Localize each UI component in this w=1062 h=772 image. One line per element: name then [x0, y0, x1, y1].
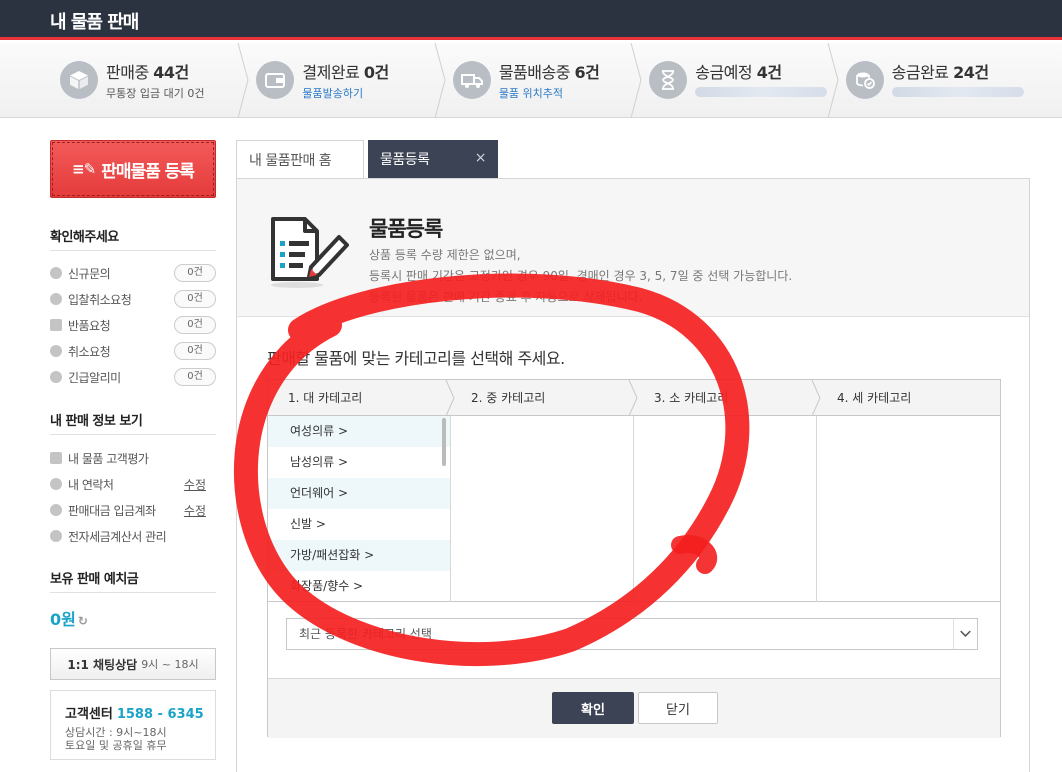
- ship-item-link[interactable]: 물품발송하기: [302, 85, 363, 101]
- redacted-text: [891, 87, 1024, 97]
- category-prompt: 판매할 물품에 맞는 카테고리를 선택해 주세요.: [267, 349, 565, 368]
- check-item-urgent-alert[interactable]: 긴급알리미 0건: [50, 367, 216, 387]
- coins-check-icon: [845, 61, 884, 99]
- category-list-detail[interactable]: [817, 416, 1000, 602]
- page-title: 내 물품 판매: [50, 12, 139, 33]
- panel-description: 상품 등록 수량 제한은 없으며, 등록시 판매 기간은 고정가인 경우 90일…: [369, 248, 793, 304]
- refresh-icon[interactable]: ↻: [78, 614, 88, 628]
- info-item-tax-invoice[interactable]: 전자세금계산서 관리: [50, 526, 216, 546]
- track-location-link[interactable]: 물품 위치추적: [499, 85, 563, 101]
- info-section-title: 내 판매 정보 보기: [50, 414, 143, 429]
- status-bar: 판매중 44건 무통장 입금 대기 0건 결제완료 0건 물품발송하기 물품배송…: [0, 43, 1062, 118]
- category-selector: 1. 대 카테고리 2. 중 카테고리 3. 소 카테고리 4. 세 카테고리 …: [267, 379, 1001, 738]
- register-panel: 물품등록 상품 등록 수량 제한은 없으며, 등록시 판매 기간은 고정가인 경…: [236, 178, 1030, 772]
- check-item-bid-cancel[interactable]: 입찰취소요청 0건: [50, 289, 216, 309]
- check-item-return[interactable]: 반품요청 0건: [50, 315, 216, 335]
- count-badge: 0건: [174, 316, 216, 334]
- status-step-transfer-done[interactable]: 송금완료 24건: [834, 43, 1030, 118]
- person-icon: [50, 478, 62, 490]
- customer-center-box: 고객센터 1588 - 6345 상담시간 : 9시~18시 토요일 및 공휴일 휴…: [50, 690, 216, 760]
- info-item-contact[interactable]: 내 연락처 수정: [50, 474, 216, 494]
- status-step-pending-transfer[interactable]: 송금예정 4건: [637, 43, 839, 118]
- info-item-bank-account[interactable]: 판매대금 입금계좌 수정: [50, 500, 216, 520]
- status-label: 송금예정 4건: [695, 63, 782, 82]
- list-item[interactable]: 신발 >: [268, 509, 450, 540]
- category-list-small[interactable]: [634, 416, 817, 602]
- edit-pen-icon: ≡✎: [72, 160, 96, 178]
- top-header: 내 물품 판매: [0, 0, 1062, 40]
- box-icon: [60, 61, 98, 99]
- status-step-shipping[interactable]: 물품배송중 6건 물품 위치추적: [441, 43, 642, 118]
- scrollbar[interactable]: [442, 418, 446, 466]
- tab-item-register[interactable]: 물품등록 ×: [368, 140, 498, 178]
- list-item[interactable]: 화장품/향수 >: [268, 571, 450, 602]
- list-item[interactable]: 언더웨어 >: [268, 478, 450, 509]
- recent-category-select[interactable]: 최근 등록한 카테고리 선택: [286, 618, 978, 650]
- check-section-title: 확인해주세요: [50, 230, 119, 245]
- edit-contact-link[interactable]: 수정: [184, 476, 206, 493]
- truck-icon: [452, 61, 491, 99]
- info-item-customer-rating[interactable]: 내 물품 고객평가: [50, 448, 216, 468]
- deposit-section-title: 보유 판매 예치금: [50, 572, 139, 587]
- hourglass-icon: [649, 61, 688, 99]
- won-coin-icon: [50, 504, 62, 516]
- category-header-large: 1. 대 카테고리: [268, 380, 455, 416]
- tab-sales-home[interactable]: 내 물품판매 홈: [236, 140, 364, 178]
- register-item-button[interactable]: ≡✎ 판매물품 등록: [50, 140, 216, 198]
- divider: [50, 250, 216, 251]
- gear-icon: [50, 530, 62, 542]
- close-button[interactable]: 닫기: [638, 692, 718, 724]
- divider: [50, 592, 216, 593]
- deposit-value: 0원 ↻: [50, 610, 88, 629]
- register-item-label: 판매물품 등록: [101, 161, 195, 182]
- count-badge: 0건: [174, 264, 216, 282]
- cs-phone-number: 1588 - 6345: [116, 707, 204, 722]
- status-label: 판매중 44건: [106, 63, 189, 82]
- category-columns: 여성의류 > 남성의류 > 언더웨어 > 신발 > 가방/패션잡화 > 화장품/…: [268, 416, 1000, 602]
- star-icon: [50, 452, 62, 464]
- count-badge: 0건: [174, 368, 216, 386]
- category-header-medium: 2. 중 카테고리: [451, 380, 638, 416]
- edit-account-link[interactable]: 수정: [184, 502, 206, 519]
- divider: [50, 434, 216, 435]
- status-sub: 무통장 입금 대기 0건: [106, 87, 205, 100]
- panel-header: 물품등록 상품 등록 수량 제한은 없으며, 등록시 판매 기간은 고정가인 경…: [237, 179, 1029, 317]
- check-item-new-inquiry[interactable]: 신규문의 0건: [50, 263, 216, 283]
- document-edit-icon: [271, 217, 349, 288]
- category-header-row: 1. 대 카테고리 2. 중 카테고리 3. 소 카테고리 4. 세 카테고리: [268, 380, 1000, 416]
- chevron-down-icon: [953, 619, 971, 649]
- confirm-button[interactable]: 확인: [552, 692, 634, 724]
- close-icon[interactable]: ×: [475, 150, 487, 166]
- list-item[interactable]: 가방/패션잡화 >: [268, 540, 450, 571]
- count-badge: 0건: [174, 342, 216, 360]
- status-step-selling[interactable]: 판매중 44건 무통장 입금 대기 0건: [48, 43, 249, 118]
- cancel-circle-icon: [50, 293, 62, 305]
- speech-bubble-icon: [50, 267, 62, 279]
- check-item-cancel[interactable]: 취소요청 0건: [50, 341, 216, 361]
- button-bar: 확인 닫기: [268, 678, 1000, 738]
- redacted-text: [695, 87, 828, 97]
- wallet-icon: [256, 61, 295, 99]
- category-header-detail: 4. 세 카테고리: [837, 391, 912, 405]
- cancel-circle-icon: [50, 345, 62, 357]
- count-badge: 0건: [174, 290, 216, 308]
- panel-title: 물품등록: [369, 217, 443, 241]
- alarm-icon: [50, 371, 62, 383]
- chat-consult-button[interactable]: 1:1 채팅상담 9시 ~ 18시: [50, 648, 216, 680]
- status-label: 결제완료 0건: [302, 63, 389, 82]
- category-header-small: 3. 소 카테고리: [634, 380, 821, 416]
- status-step-paid[interactable]: 결제완료 0건 물품발송하기: [244, 43, 446, 118]
- list-item[interactable]: 남성의류 >: [268, 447, 450, 478]
- status-label: 물품배송중 6건: [498, 63, 600, 82]
- gift-box-icon: [50, 319, 62, 331]
- status-steps: 판매중 44건 무통장 입금 대기 0건 결제완료 0건 물품발송하기 물품배송…: [48, 43, 1030, 118]
- status-label: 송금완료 24건: [891, 63, 989, 82]
- category-list-large[interactable]: 여성의류 > 남성의류 > 언더웨어 > 신발 > 가방/패션잡화 > 화장품/…: [268, 416, 451, 602]
- category-list-medium[interactable]: [451, 416, 634, 602]
- list-item[interactable]: 여성의류 >: [268, 416, 450, 447]
